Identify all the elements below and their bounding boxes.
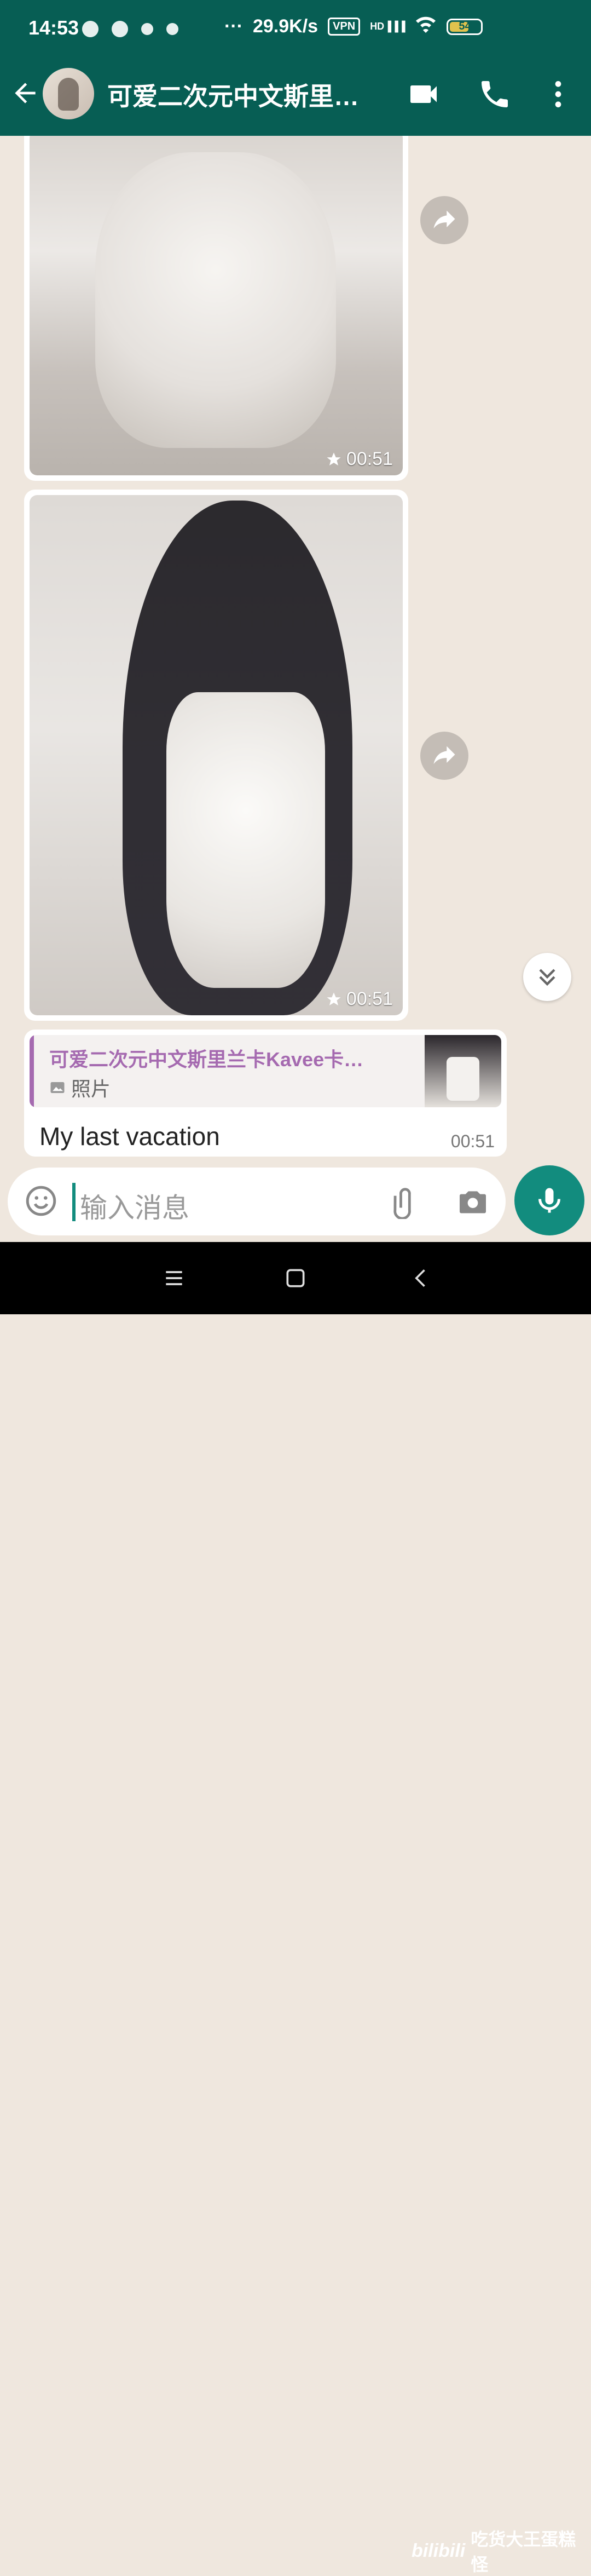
camera-icon[interactable] [455, 1184, 490, 1219]
battery-level: 54 [459, 20, 471, 32]
quoted-thumbnail [425, 1035, 501, 1107]
forward-icon[interactable] [420, 732, 468, 780]
status-notification-icons [82, 21, 178, 37]
quoted-message[interactable]: 可爱二次元中文斯里兰卡Kavee卡… 照片 [30, 1035, 501, 1107]
quote-bar [30, 1035, 34, 1107]
mic-icon [538, 1188, 560, 1213]
scroll-to-bottom-button[interactable] [523, 953, 571, 1001]
video-call-icon[interactable] [406, 77, 441, 112]
message-meta: 00:51 [326, 988, 393, 1010]
hd-label: HD [370, 21, 385, 32]
back-icon[interactable] [409, 1266, 433, 1290]
photo-image[interactable]: 00:51 [30, 495, 403, 1015]
attachment-icon[interactable] [387, 1184, 422, 1220]
reply-message[interactable]: 可爱二次元中文斯里兰卡Kavee卡… 照片 My last vacation 0… [24, 1030, 507, 1157]
contact-avatar[interactable] [43, 68, 94, 119]
app-icon [141, 23, 153, 35]
back-arrow-icon[interactable] [10, 78, 40, 108]
chat-header: 可爱二次元中文斯里… [0, 53, 591, 136]
message-text: My last vacation [39, 1122, 220, 1151]
quoted-type: 照片 [49, 1073, 111, 1102]
home-icon[interactable] [283, 1266, 308, 1290]
chat-title[interactable]: 可爱二次元中文斯里… [107, 77, 386, 113]
message-time: 00:51 [450, 1131, 495, 1151]
status-time: 14:53 [28, 16, 79, 39]
phone-call-icon[interactable] [477, 77, 512, 112]
double-chevron-down-icon [539, 969, 555, 986]
bilibili-logo: bilibili [412, 2540, 466, 2561]
star-icon [327, 992, 341, 1005]
status-right: ··· 29.9K/s VPN HD▐▐▐ 54 [224, 15, 483, 38]
more-icon: ··· [224, 16, 243, 37]
text-caret [72, 1183, 76, 1221]
message-time: 00:51 [346, 449, 393, 469]
voice-message-button[interactable] [514, 1165, 584, 1235]
status-bar: 14:53 ··· 29.9K/s VPN HD▐▐▐ 54 [0, 0, 591, 53]
watermark-text: 吃货大王蛋糕怪 [471, 2529, 576, 2574]
more-options-icon[interactable] [541, 77, 576, 112]
chat-area[interactable]: 00:51 00:51 可爱二次元中文斯里兰卡Kavee卡… 照片 My las… [0, 136, 591, 1160]
vpn-badge: VPN [328, 18, 361, 36]
photo-message[interactable]: 00:51 [24, 136, 408, 481]
network-speed: 29.9K/s [252, 16, 318, 37]
hd-signal-icon: HD▐▐▐ [370, 21, 405, 32]
photo-image[interactable]: 00:51 [30, 136, 403, 475]
message-meta: 00:51 [326, 449, 393, 470]
photo-message[interactable]: 00:51 [24, 490, 408, 1021]
message-input-bar[interactable]: 输入消息 [8, 1168, 506, 1235]
emoji-icon[interactable] [23, 1183, 59, 1219]
navigation-bar: bilibili 吃货大王蛋糕怪 [0, 1242, 591, 2574]
message-input[interactable]: 输入消息 [80, 1186, 189, 1226]
instagram-icon [112, 21, 128, 37]
quoted-sender: 可爱二次元中文斯里兰卡Kavee卡… [49, 1048, 364, 1071]
quoted-type-label: 照片 [71, 1078, 111, 1100]
battery-icon: 54 [447, 18, 483, 35]
star-icon [327, 452, 341, 465]
image-icon [50, 1082, 65, 1093]
app-icon [166, 23, 178, 35]
forward-icon[interactable] [420, 196, 468, 244]
watermark: bilibili 吃货大王蛋糕怪 [412, 2526, 591, 2576]
message-time: 00:51 [346, 988, 393, 1009]
shield-icon [82, 21, 99, 37]
wifi-icon [415, 15, 437, 38]
menu-icon[interactable] [162, 1266, 186, 1290]
